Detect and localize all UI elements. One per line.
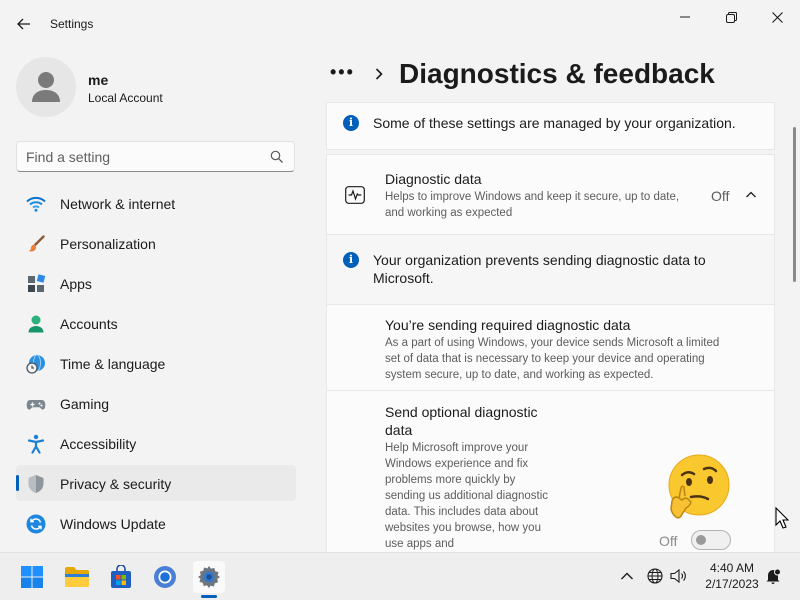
shield-icon [28,475,44,493]
sidebar-item-label: Gaming [60,396,110,412]
taskbar: 4:40 AM 2/17/2023 [0,552,800,600]
close-button[interactable] [754,4,800,30]
accessibility-icon [27,434,45,454]
arrow-left-icon [17,18,30,30]
info-icon: i [343,252,359,268]
sidebar-item-personalization[interactable]: Personalization [16,225,296,261]
sidebar-item-gaming[interactable]: Gaming [16,385,296,421]
sidebar-item-label: Time & language [60,356,166,372]
chrome-button[interactable] [149,561,181,593]
thinking-face-emoji-icon [668,454,730,519]
wifi-icon [26,196,46,212]
profile-name: me [88,72,109,88]
diagnostic-data-title: Diagnostic data [385,171,482,187]
search-box[interactable] [16,141,295,172]
scrollbar-thumb[interactable] [793,127,796,282]
clock-time: 4:40 AM [709,561,755,575]
page-title: Diagnostics & feedback [399,58,715,89]
person-icon [28,315,44,333]
sidebar-item-network[interactable]: Network & internet [16,185,296,221]
network-globe-icon[interactable] [647,568,663,584]
gamepad-icon [26,400,46,410]
sidebar-item-time-language[interactable]: Time & language [16,345,296,381]
chevron-right-icon [375,68,383,80]
sidebar-item-label: Personalization [60,236,156,252]
file-explorer-icon [65,567,89,587]
store-icon [111,565,131,588]
managed-notice-card: i Some of these settings are managed by … [326,102,775,150]
breadcrumb-more-button[interactable]: ••• [330,62,355,83]
sidebar-item-label: Windows Update [60,516,166,532]
diagnostic-data-expander[interactable]: Diagnostic data Helps to improve Windows… [326,154,775,235]
sidebar-item-windows-update[interactable]: Windows Update [16,505,296,541]
start-icon [21,566,43,588]
required-data-panel: You’re sending required diagnostic data … [326,304,775,391]
sidebar-item-privacy-security[interactable]: Privacy & security [16,465,296,501]
sidebar-item-accessibility[interactable]: Accessibility [16,425,296,461]
diagnostic-data-state: Off [711,188,730,204]
managed-notice-text: Some of these settings are managed by yo… [373,115,736,131]
search-input[interactable] [26,148,266,166]
mouse-pointer-icon [775,507,789,529]
minimize-icon [680,16,690,18]
optional-data-panel: Send optional diagnostic data Help Micro… [326,390,775,552]
active-app-indicator [201,595,217,598]
notification-bell-icon[interactable] [765,568,781,584]
avatar[interactable] [16,57,76,117]
volume-icon[interactable] [670,568,688,584]
optional-data-state: Off [659,533,678,549]
optional-data-description: Help Microsoft improve your Windows expe… [385,442,549,550]
settings-taskbar-button[interactable] [193,561,225,593]
sidebar-item-label: Accounts [60,316,118,332]
brush-icon [28,235,45,252]
clock[interactable]: 4:40 AM 2/17/2023 [700,560,764,592]
file-explorer-button[interactable] [61,561,93,593]
settings-icon [198,566,220,588]
close-icon [771,11,783,23]
required-data-description: As a part of using Windows, your device … [385,337,720,381]
sidebar-item-apps[interactable]: Apps [16,265,296,301]
sidebar-item-label: Network & internet [60,196,176,212]
diagnostic-data-description: Helps to improve Windows and keep it sec… [385,191,680,219]
back-button[interactable] [12,12,36,36]
optional-data-toggle[interactable] [691,530,731,550]
app-title: Settings [50,17,94,31]
user-silhouette-icon [32,72,60,102]
apps-icon [28,274,46,292]
sidebar-item-label: Accessibility [60,436,137,452]
store-button[interactable] [105,561,137,593]
toggle-knob [696,535,706,545]
sidebar-item-label: Privacy & security [60,476,172,492]
org-notice-panel: i Your organization prevents sending dia… [326,234,775,305]
minimize-button[interactable] [662,4,708,30]
update-icon [26,514,46,534]
chevron-up-icon[interactable] [620,571,634,581]
profile-account-type: Local Account [88,91,163,105]
sidebar-item-accounts[interactable]: Accounts [16,305,296,341]
settings-window: Settings me Local Account Find a setting… [0,0,800,552]
chrome-icon [154,566,176,588]
globe-clock-icon [26,354,45,374]
maximize-button[interactable] [708,4,754,30]
org-notice-text: Your organization prevents sending diagn… [373,252,706,286]
search-icon [270,150,283,163]
info-icon: i [343,115,359,131]
clock-date: 2/17/2023 [705,577,759,591]
restore-icon [725,11,737,23]
chevron-up-icon [746,191,756,198]
required-data-title: You’re sending required diagnostic data [385,317,631,333]
sidebar-item-label: Apps [60,276,92,292]
start-button[interactable] [16,561,48,593]
optional-data-title: Send optional diagnostic data [385,404,538,438]
activity-monitor-icon [345,186,365,204]
sidebar-nav: Network & internet Personalization Apps [16,185,296,545]
